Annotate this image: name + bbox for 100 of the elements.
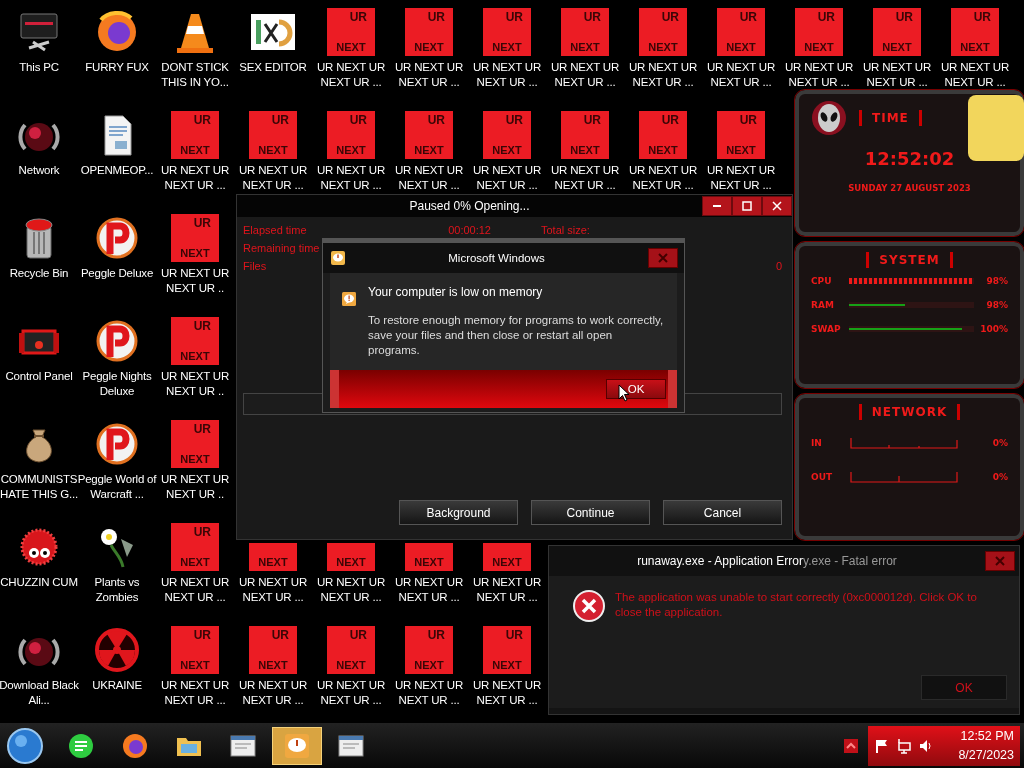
meter-reading: 0% <box>991 472 1008 482</box>
minimize-icon <box>713 205 721 207</box>
shortcut-tile[interactable]: UR NEXT <box>171 420 219 468</box>
maximize-icon <box>742 201 752 211</box>
taskbar-date[interactable]: 8/27/2023 <box>958 745 1014 765</box>
tile-text: NEXT <box>570 144 600 156</box>
tile-text: NEXT <box>336 659 366 671</box>
dialog-button[interactable]: Background <box>399 500 518 525</box>
shortcut-tile[interactable]: UR NEXT <box>171 111 219 159</box>
tile-text: UR <box>349 10 367 24</box>
taskbar-button[interactable] <box>272 726 322 765</box>
shortcut-tile[interactable]: NEXT <box>405 543 453 571</box>
tile-text: UR <box>973 10 991 24</box>
tile-text: NEXT <box>336 144 366 156</box>
tile-text: NEXT <box>492 144 522 156</box>
tile-text: UR <box>895 10 913 24</box>
icon-label[interactable]: Download Black Ali... <box>0 678 80 708</box>
shortcut-tile[interactable]: UR NEXT <box>717 8 765 56</box>
chat-icon <box>67 731 95 760</box>
shortcut-tile[interactable]: UR NEXT <box>483 626 531 674</box>
dialog-heading: Your computer is low on memory <box>368 285 544 299</box>
minimize-button[interactable] <box>702 196 732 216</box>
shortcut-tile[interactable]: NEXT <box>249 543 297 571</box>
shortcut-tile[interactable]: UR NEXT <box>171 626 219 674</box>
tile-text: UR <box>349 628 367 642</box>
meter-reading: 98% <box>985 300 1008 310</box>
stat-label: Total size: <box>541 224 591 236</box>
shortcut-tile[interactable]: UR NEXT <box>171 317 219 365</box>
tile-text: NEXT <box>648 144 678 156</box>
tile-text: UR <box>271 113 289 127</box>
tile-text: NEXT <box>258 144 288 156</box>
tile-text: UR <box>427 628 445 642</box>
tile-text: UR <box>271 628 289 642</box>
tile-text: NEXT <box>492 659 522 671</box>
shortcut-tile[interactable]: UR NEXT <box>327 626 375 674</box>
shortcut-tile[interactable]: UR NEXT <box>795 8 843 56</box>
maximize-button[interactable] <box>732 196 762 216</box>
close-button[interactable] <box>762 196 792 216</box>
gadget-heading: SYSTEM <box>866 252 953 268</box>
shortcut-tile[interactable]: UR NEXT <box>171 523 219 571</box>
error-message: The application was unable to start correctly (0xc000012d). Click OK to close the application. <box>615 590 978 620</box>
window-title: Paused 0% Opening... <box>408 199 531 213</box>
shortcut-tile[interactable]: UR NEXT <box>483 111 531 159</box>
tile-text: NEXT <box>336 41 366 53</box>
meter-label: CPU <box>811 276 833 286</box>
shortcut-tile[interactable]: UR NEXT <box>249 111 297 159</box>
shortcut-tile[interactable]: NEXT <box>483 543 531 571</box>
shortcut-tile[interactable]: UR NEXT <box>951 8 999 56</box>
tile-text: NEXT <box>648 41 678 53</box>
shortcut-tile[interactable]: UR NEXT <box>561 111 609 159</box>
tile-text: UR <box>817 10 835 24</box>
shortcut-tile[interactable]: UR NEXT <box>717 111 765 159</box>
dialog-button[interactable]: Cancel <box>663 500 782 525</box>
shortcut-tile[interactable]: UR NEXT <box>405 626 453 674</box>
tile-text: UR <box>583 10 601 24</box>
tile-text: NEXT <box>258 659 288 671</box>
shortcut-tile[interactable]: UR NEXT <box>171 214 219 262</box>
meter-label: SWAP <box>811 324 842 334</box>
tile-text: UR <box>193 422 211 436</box>
meter-reading: 98% <box>985 276 1008 286</box>
shortcut-tile[interactable]: UR NEXT <box>561 8 609 56</box>
stat-label: Files <box>243 260 268 272</box>
shortcut-tile[interactable]: UR NEXT <box>405 111 453 159</box>
window-title: runaway.exe - Application Error <box>637 554 803 568</box>
stat-label: Elapsed time <box>243 224 308 236</box>
tile-text: UR <box>583 113 601 127</box>
taskbar-time[interactable]: 12:52 PM <box>960 726 1014 746</box>
clock-time: 12:52:02 <box>864 148 955 169</box>
shortcut-tile[interactable]: NEXT <box>327 543 375 571</box>
network-icon[interactable] <box>896 737 912 754</box>
shortcut-tile[interactable]: UR NEXT <box>483 8 531 56</box>
tile-text: UR <box>739 113 757 127</box>
shortcut-tile[interactable]: UR NEXT <box>639 111 687 159</box>
tile-text: UR <box>193 216 211 230</box>
shortcut-tile[interactable]: UR NEXT <box>639 8 687 56</box>
radiation-icon[interactable] <box>93 626 141 674</box>
ok-button[interactable]: OK <box>606 379 666 399</box>
icon-label[interactable]: Peggle World of Warcraft ... <box>76 472 158 502</box>
stat-label: Remaining time <box>243 242 321 254</box>
tile-text: NEXT <box>336 556 366 568</box>
caret-up-icon[interactable] <box>844 738 858 753</box>
tile-text: NEXT <box>180 144 210 156</box>
tile-text: NEXT <box>180 350 210 362</box>
tile-text: NEXT <box>180 556 210 568</box>
cursor-icon <box>618 384 630 402</box>
shortcut-tile[interactable]: UR NEXT <box>327 111 375 159</box>
shortcut-tile[interactable]: UR NEXT <box>327 8 375 56</box>
dialog-button[interactable]: Continue <box>531 500 650 525</box>
tile-text: NEXT <box>882 41 912 53</box>
shortcut-tile[interactable]: UR NEXT <box>405 8 453 56</box>
tile-text: NEXT <box>492 556 522 568</box>
start-button[interactable] <box>6 726 44 765</box>
stat-value: 00:00:12 <box>447 224 491 236</box>
flag-icon[interactable] <box>874 737 890 754</box>
shortcut-tile[interactable]: UR NEXT <box>873 8 921 56</box>
warning-icon <box>283 731 311 760</box>
shortcut-tile[interactable]: UR NEXT <box>249 626 297 674</box>
window-title: Microsoft Windows <box>447 252 546 264</box>
tile-text: NEXT <box>180 453 210 465</box>
stat-value: 0 <box>775 260 782 272</box>
